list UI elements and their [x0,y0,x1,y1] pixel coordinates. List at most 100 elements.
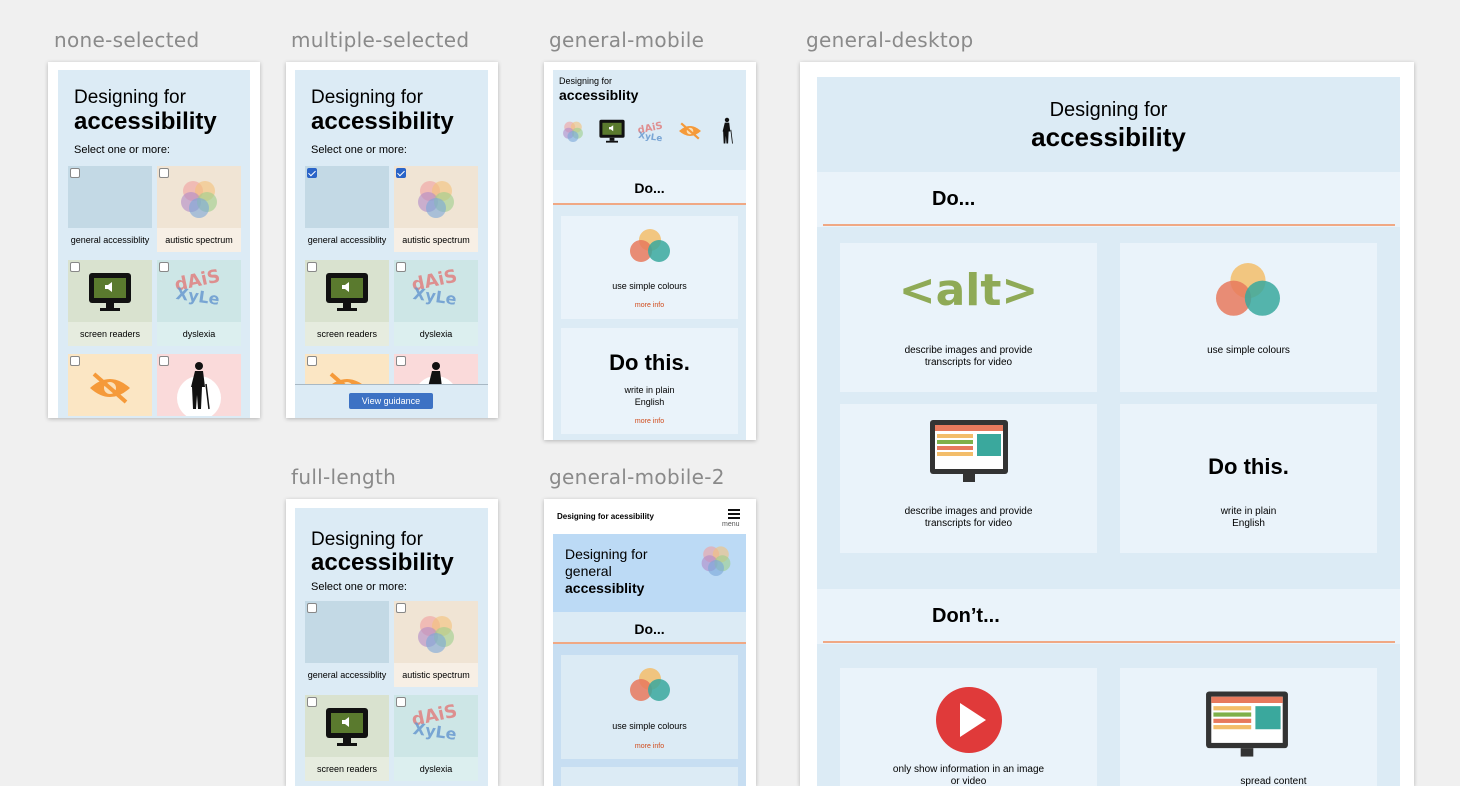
frame-label-full-length: full-length [291,465,397,489]
artboard-none-selected: Designing for accessibility Select one o… [48,62,260,418]
frame-label-general-mobile-2: general-mobile-2 [549,465,725,489]
divider [823,224,1395,226]
dyslexia-icon [409,700,460,744]
tile-label: screen readers [305,322,389,346]
play-icon [936,687,1002,753]
select-prompt: Select one or more: [74,144,170,156]
circles-icon [418,616,454,653]
checkbox-screen[interactable] [307,697,317,707]
hero-line2: accessibility [311,108,454,135]
circles-icon [563,121,583,142]
tile-label: screen readers [68,322,152,346]
card-spread-content[interactable]: spread content [1120,668,1377,786]
card-plain-english[interactable]: Do this. write in plain English [1120,404,1377,553]
tile-label: general accessiblity [305,228,389,252]
circles-icon [418,181,454,218]
hero-line2: accessibility [311,549,454,576]
tile-dyslexia[interactable]: dyslexia [394,695,478,781]
do-heading: Do... [634,621,665,637]
card-label: use simple colours [612,721,687,731]
checkbox-dyslexia[interactable] [159,262,169,272]
tile-elderly[interactable] [157,354,241,418]
tile-general-accessibility[interactable]: general accessiblity [68,166,152,252]
tile-label: screen readers [305,757,389,781]
tile-screen-readers[interactable]: screen readers [305,260,389,346]
checkbox-general[interactable] [307,603,317,613]
tile-dyslexia[interactable]: dyslexia [394,260,478,346]
view-guidance-button[interactable]: View guidance [349,393,433,409]
checkbox-screen[interactable] [307,262,317,272]
menu-label: menu [722,521,740,528]
circles-icon [1216,263,1280,316]
hero-line2: general [565,563,612,579]
tile-autistic-spectrum[interactable]: autistic spectrum [394,166,478,252]
checkbox-visual[interactable] [307,356,317,366]
circles-icon [701,546,731,576]
frame-label-general-desktop: general-desktop [806,28,974,52]
card-next[interactable] [561,767,738,786]
eye-icon [677,122,703,140]
do-section-header: Do... [553,612,746,642]
hero-line3: accessiblity [565,580,645,596]
checkbox-autistic[interactable] [159,168,169,178]
card-label: describe images and provide transcripts … [904,345,1033,368]
mobile2-page: Designing for general accessiblity Do...… [553,534,746,786]
more-info-link[interactable]: more info [561,302,738,309]
card-simple-colours[interactable]: use simple colours more info [561,655,738,759]
more-info-link[interactable]: more info [561,743,738,750]
hero-line1: Designing for [565,546,648,562]
card-simple-colours[interactable]: use simple colours more info [561,216,738,319]
tile-visual[interactable] [68,354,152,418]
artboard-general-desktop: Designing for accessibility Do... <alt> … [800,62,1414,786]
do-section-header: Do... [553,170,746,204]
checkbox-dyslexia[interactable] [396,262,406,272]
hero-panel: Designing for accessibility Select one o… [58,70,250,418]
checkbox-elderly[interactable] [159,356,169,366]
frame-label-none-selected: none-selected [54,28,200,52]
checkbox-general[interactable] [70,168,80,178]
circles-icon [630,668,670,701]
divider [553,203,746,205]
card-label: write in plain English [1220,506,1277,529]
checkbox-general[interactable] [307,168,317,178]
more-info-link[interactable]: more info [561,418,738,425]
tile-screen-readers[interactable]: screen readers [68,260,152,346]
tile-label: autistic spectrum [394,228,478,252]
hero-line2: accessibility [74,108,217,135]
checkbox-autistic[interactable] [396,168,406,178]
checkbox-visual[interactable] [70,356,80,366]
tile-autistic-spectrum[interactable]: autistic spectrum [394,601,478,687]
mobile-page: Designing for accessiblity Do... use sim… [553,70,746,440]
person-icon [722,117,733,144]
hero-line1: Designing for [311,529,423,550]
checkbox-autistic[interactable] [396,603,406,613]
card-only-show[interactable]: only show information in an image or vid… [840,668,1097,786]
frame-label-general-mobile: general-mobile [549,28,705,52]
card-label: use simple colours [612,281,687,291]
dyslexia-icon [172,265,223,309]
do-section-header: Do... [817,172,1400,227]
tile-general-accessibility[interactable]: general accessiblity [305,166,389,252]
hero-line1: Designing for [1049,99,1168,121]
card-alt-text[interactable]: <alt> describe images and provide transc… [840,243,1097,392]
hero-line1: Designing for [74,87,186,108]
tile-general-accessibility[interactable]: general accessiblity [305,601,389,687]
card-describe-images[interactable]: describe images and provide transcripts … [840,404,1097,553]
hero-line2: accessibility [1031,122,1186,152]
menu-button[interactable] [728,509,740,519]
card-simple-colours[interactable]: use simple colours [1120,243,1377,392]
checkbox-dyslexia[interactable] [396,697,406,707]
alt-tag-icon: <alt> [898,265,1039,316]
select-prompt: Select one or more: [311,581,407,593]
checkbox-elderly[interactable] [396,356,406,366]
checkbox-screen[interactable] [70,262,80,272]
card-plain-english[interactable]: Do this. write in plain English more inf… [561,328,738,434]
desktop-page: Designing for accessibility Do... <alt> … [817,77,1400,786]
card-label: spread content [1240,776,1307,786]
hero-line1: Designing for [311,87,423,108]
hero-line1: Designing for [559,76,613,86]
tile-dyslexia[interactable]: dyslexia [157,260,241,346]
tile-screen-readers[interactable]: screen readers [305,695,389,781]
dyslexia-icon [409,265,460,309]
tile-autistic-spectrum[interactable]: autistic spectrum [157,166,241,252]
